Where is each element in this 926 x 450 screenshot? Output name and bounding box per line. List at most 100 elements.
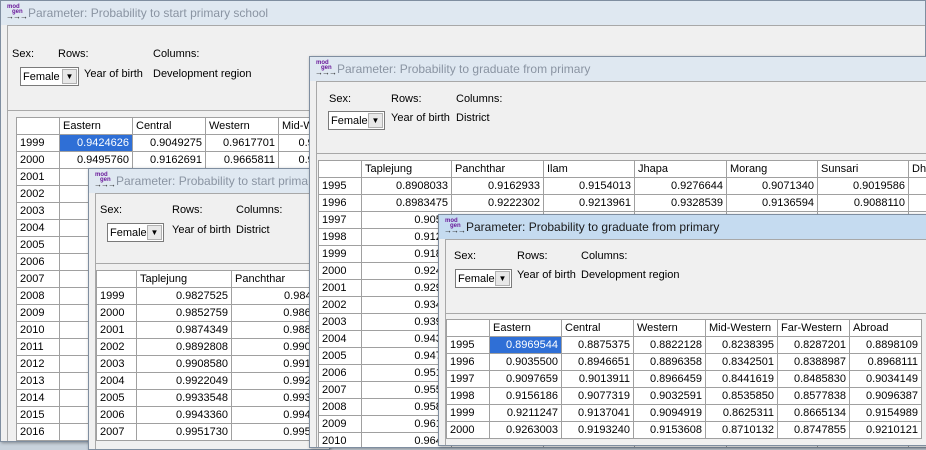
data-cell[interactable]: 0.9032591: [634, 388, 706, 405]
row-header[interactable]: 2010: [319, 433, 362, 449]
row-header[interactable]: 2009: [17, 305, 60, 322]
row-header[interactable]: 2007: [17, 271, 60, 288]
row-header[interactable]: 2008: [319, 399, 362, 416]
data-cell[interactable]: 0.9153608: [634, 422, 706, 439]
data-cell[interactable]: 0.9034149: [850, 371, 922, 388]
row-header[interactable]: 2012: [17, 356, 60, 373]
data-cell[interactable]: 0.8908033: [362, 178, 452, 195]
data-cell[interactable]: 0.8896358: [634, 354, 706, 371]
row-header[interactable]: 1997: [319, 212, 362, 229]
data-cell[interactable]: 0.9922049: [137, 373, 232, 390]
data-cell[interactable]: 0.8238395: [706, 337, 778, 354]
column-header[interactable]: Western: [634, 320, 706, 337]
data-cell[interactable]: 0.9013911: [562, 371, 634, 388]
data-cell[interactable]: 0.9162933: [452, 178, 544, 195]
data-cell[interactable]: [909, 195, 926, 212]
data-cell[interactable]: 0.9933548: [137, 390, 232, 407]
column-header[interactable]: Far-Western: [778, 320, 850, 337]
row-header[interactable]: 2013: [17, 373, 60, 390]
data-cell[interactable]: 0.9943360: [137, 407, 232, 424]
row-header[interactable]: 2004: [97, 373, 137, 390]
titlebar[interactable]: modgen→→→ Parameter: Probability to grad…: [439, 215, 926, 239]
column-header[interactable]: Mid-Western: [706, 320, 778, 337]
row-header[interactable]: 1999: [97, 288, 137, 305]
row-header[interactable]: 2008: [17, 288, 60, 305]
data-cell[interactable]: 0.8388987: [778, 354, 850, 371]
row-header[interactable]: 2006: [97, 407, 137, 424]
data-cell[interactable]: 0.9276644: [635, 178, 727, 195]
sex-dropdown[interactable]: Female ▼: [20, 67, 79, 86]
data-cell[interactable]: 0.9156186: [490, 388, 562, 405]
data-cell[interactable]: 0.9263003: [490, 422, 562, 439]
row-header[interactable]: 2001: [17, 169, 60, 186]
column-header[interactable]: Jhapa: [635, 161, 727, 178]
data-cell[interactable]: 0.8577838: [778, 388, 850, 405]
data-cell[interactable]: 0.9951730: [137, 424, 232, 441]
row-header[interactable]: 1996: [319, 195, 362, 212]
row-header[interactable]: 2004: [17, 220, 60, 237]
data-cell[interactable]: 0.9193240: [562, 422, 634, 439]
data-cell[interactable]: 0.8875375: [562, 337, 634, 354]
row-header[interactable]: 2001: [97, 322, 137, 339]
column-header[interactable]: Ilam: [544, 161, 635, 178]
sex-dropdown[interactable]: Female ▼: [107, 223, 164, 242]
data-cell[interactable]: 0.9210121: [850, 422, 922, 439]
row-header[interactable]: 2009: [319, 416, 362, 433]
row-header[interactable]: 2002: [17, 186, 60, 203]
data-cell[interactable]: 0.9495760: [60, 152, 133, 169]
data-cell[interactable]: 0.9213961: [544, 195, 635, 212]
column-header[interactable]: Central: [133, 118, 206, 135]
column-header[interactable]: Sunsari: [818, 161, 909, 178]
data-cell[interactable]: 0.9665811: [206, 152, 279, 169]
row-header[interactable]: 2002: [97, 339, 137, 356]
row-header[interactable]: 2005: [319, 348, 362, 365]
row-header[interactable]: 2007: [319, 382, 362, 399]
column-header[interactable]: Western: [206, 118, 279, 135]
row-header[interactable]: 2000: [97, 305, 137, 322]
data-cell[interactable]: 0.8342501: [706, 354, 778, 371]
row-header[interactable]: 1999: [319, 246, 362, 263]
row-header[interactable]: 2010: [17, 322, 60, 339]
data-cell[interactable]: 0.9154013: [544, 178, 635, 195]
sex-dropdown[interactable]: Female ▼: [328, 111, 385, 130]
titlebar[interactable]: modgen→→→ Parameter: Probability to grad…: [310, 57, 926, 81]
column-header[interactable]: Taplejung: [137, 271, 232, 288]
data-cell[interactable]: 0.9096387: [850, 388, 922, 405]
row-header[interactable]: 2007: [97, 424, 137, 441]
data-cell[interactable]: 0.8535850: [706, 388, 778, 405]
data-cell[interactable]: [909, 178, 926, 195]
row-header[interactable]: 1996: [447, 354, 490, 371]
data-cell[interactable]: 0.8287201: [778, 337, 850, 354]
column-header[interactable]: Eastern: [490, 320, 562, 337]
column-header[interactable]: Taplejung: [362, 161, 452, 178]
data-cell[interactable]: 0.9827525: [137, 288, 232, 305]
data-cell[interactable]: 0.9328539: [635, 195, 727, 212]
data-cell[interactable]: 0.9071340: [727, 178, 818, 195]
column-header[interactable]: Eastern: [60, 118, 133, 135]
row-header[interactable]: 2006: [319, 365, 362, 382]
row-header[interactable]: 2017: [17, 441, 60, 443]
row-header[interactable]: 2003: [97, 356, 137, 373]
row-header[interactable]: 2005: [17, 237, 60, 254]
data-cell[interactable]: 0.8710132: [706, 422, 778, 439]
row-header[interactable]: 2000: [447, 422, 490, 439]
data-cell[interactable]: 0.9617701: [206, 135, 279, 152]
data-cell[interactable]: 0.9154989: [850, 405, 922, 422]
row-header[interactable]: 2014: [17, 390, 60, 407]
data-cell[interactable]: 0.9162691: [133, 152, 206, 169]
row-header[interactable]: 2015: [17, 407, 60, 424]
row-header[interactable]: 1995: [447, 337, 490, 354]
data-cell[interactable]: 0.8983475: [362, 195, 452, 212]
data-grid[interactable]: TaplejungPanchthar 19990.98275250.984112…: [96, 270, 327, 441]
row-header[interactable]: 2011: [17, 339, 60, 356]
data-cell[interactable]: 0.8747855: [778, 422, 850, 439]
data-cell[interactable]: 0.8441619: [706, 371, 778, 388]
column-header[interactable]: Abroad: [850, 320, 922, 337]
data-cell[interactable]: 0.9874349: [137, 322, 232, 339]
data-cell[interactable]: 0.9222302: [452, 195, 544, 212]
row-header[interactable]: 1999: [447, 405, 490, 422]
data-cell[interactable]: 0.9211247: [490, 405, 562, 422]
data-cell[interactable]: 0.8822128: [634, 337, 706, 354]
data-cell[interactable]: 0.8485830: [778, 371, 850, 388]
data-cell[interactable]: 0.9035500: [490, 354, 562, 371]
